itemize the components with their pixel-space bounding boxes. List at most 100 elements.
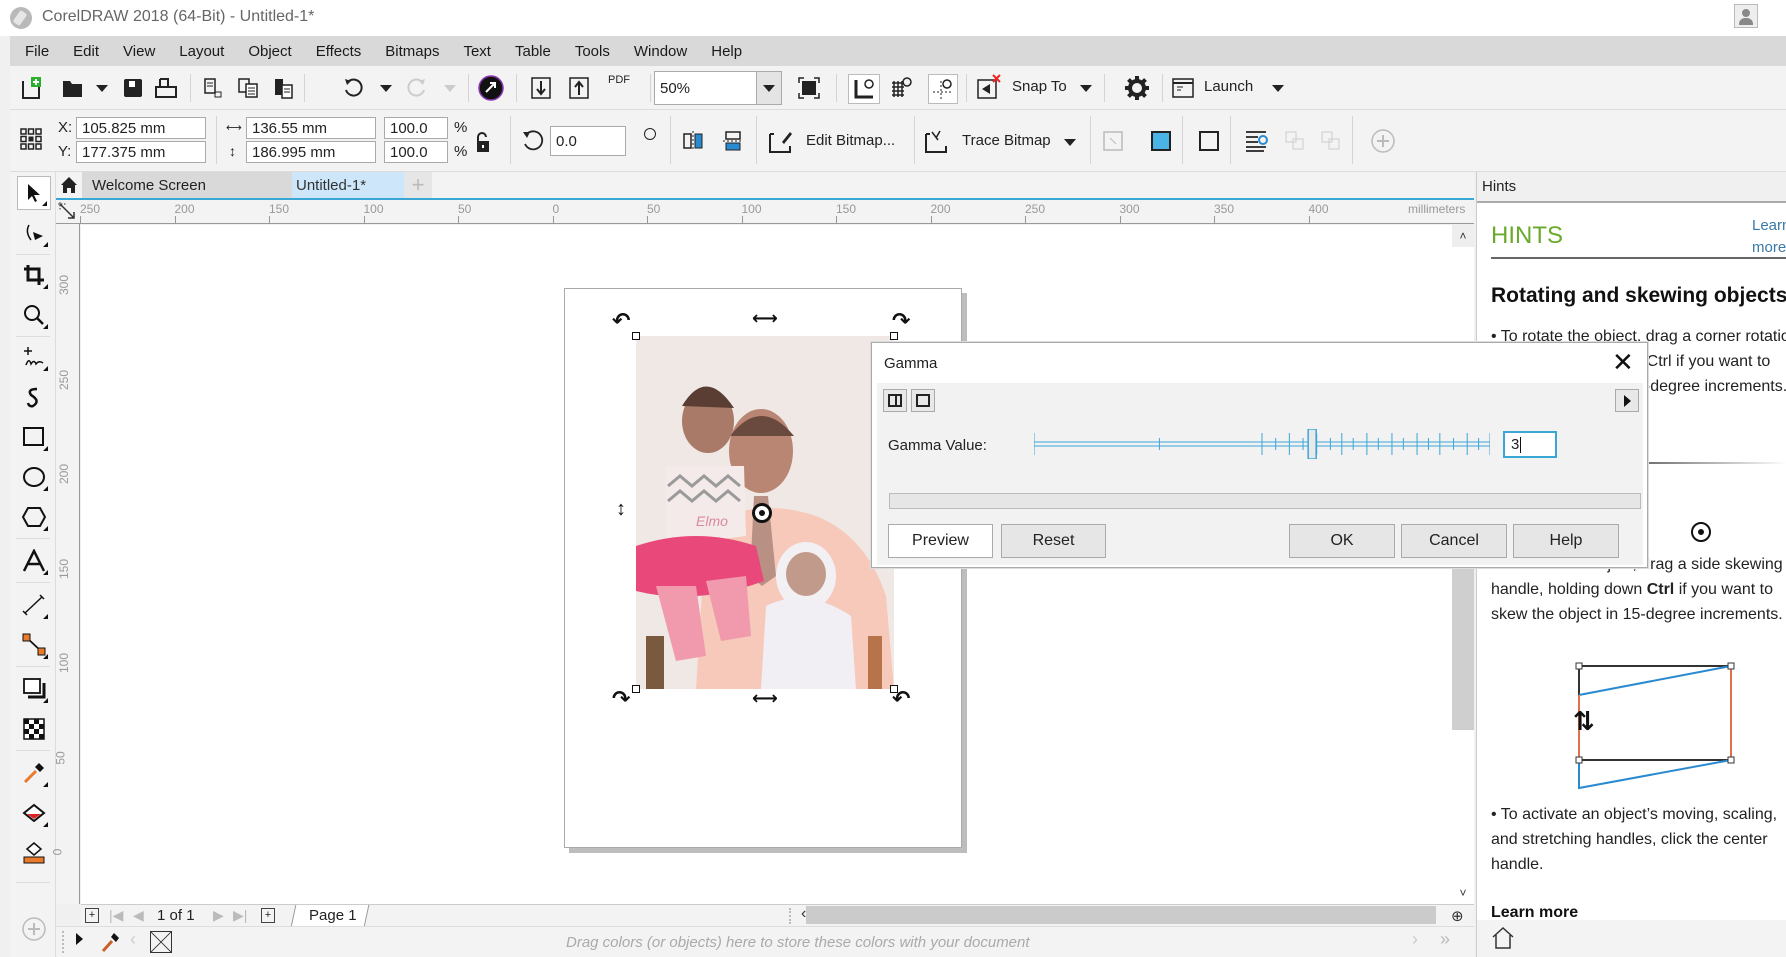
cut-icon[interactable]: [200, 75, 226, 101]
vertical-ruler[interactable]: 300 250 200 150 100 50 0: [50, 224, 80, 904]
zoom-tool[interactable]: [17, 298, 51, 332]
gamma-slider-thumb[interactable]: [1307, 429, 1317, 459]
connector-tool[interactable]: [17, 628, 51, 662]
snap-to-label[interactable]: Snap To: [1012, 78, 1067, 95]
edit-bitmap-icon[interactable]: [768, 128, 794, 154]
menu-file[interactable]: File: [25, 43, 49, 60]
rotate-handle-top-right-icon[interactable]: ↷: [892, 308, 910, 334]
skew-handle-left-icon[interactable]: ↕: [616, 498, 626, 521]
smart-fill-tool[interactable]: [17, 836, 51, 870]
print-icon[interactable]: [153, 75, 179, 101]
full-screen-preview-icon[interactable]: [796, 75, 822, 101]
export-icon[interactable]: [566, 75, 592, 101]
launch-label[interactable]: Launch: [1204, 78, 1253, 95]
redo-dropdown-caret[interactable]: [444, 85, 456, 92]
open-dropdown-caret[interactable]: [96, 85, 108, 92]
trace-bitmap-dropdown-caret[interactable]: [1064, 139, 1076, 146]
shape-tool[interactable]: [17, 216, 51, 250]
artistic-media-tool[interactable]: [17, 380, 51, 414]
previous-page-icon[interactable]: ◀: [133, 907, 144, 924]
first-page-icon[interactable]: |◀: [109, 907, 123, 924]
menu-view[interactable]: View: [123, 43, 155, 60]
add-page-after-icon[interactable]: +: [261, 908, 275, 923]
gamma-slider[interactable]: [1034, 429, 1490, 459]
wrap-text-icon[interactable]: [1244, 128, 1270, 154]
height-input[interactable]: 186.995 mm: [246, 141, 376, 163]
mirror-vertical-icon[interactable]: [720, 128, 746, 154]
menu-window[interactable]: Window: [634, 43, 687, 60]
show-guidelines-icon[interactable]: [928, 74, 958, 104]
single-preview-icon[interactable]: [911, 389, 935, 412]
scale-x-input[interactable]: 100.0: [384, 117, 448, 139]
next-page-icon[interactable]: ▶: [213, 907, 224, 924]
show-grid-icon[interactable]: [888, 75, 914, 101]
palette-expand-icon[interactable]: [76, 933, 83, 945]
splitter-grip[interactable]: [789, 908, 797, 924]
mirror-horizontal-icon[interactable]: [680, 128, 706, 154]
ruler-origin-icon[interactable]: [56, 200, 80, 224]
x-position-input[interactable]: 105.825 mm: [76, 117, 206, 139]
dimension-tool[interactable]: [17, 588, 51, 622]
skew-handle-top-icon[interactable]: ⟷: [752, 308, 778, 329]
hints-home-icon[interactable]: [1491, 926, 1515, 955]
trace-bitmap-icon[interactable]: [924, 128, 950, 154]
drop-shadow-tool[interactable]: [17, 672, 51, 706]
close-icon[interactable]: ✕: [1612, 347, 1634, 378]
save-icon[interactable]: [120, 75, 146, 101]
options-gear-icon[interactable]: [1124, 75, 1150, 101]
ok-button[interactable]: OK: [1289, 524, 1395, 558]
menu-layout[interactable]: Layout: [179, 43, 224, 60]
cancel-button[interactable]: Cancel: [1401, 524, 1507, 558]
menu-edit[interactable]: Edit: [73, 43, 99, 60]
trace-bitmap-button[interactable]: Trace Bitmap: [962, 132, 1051, 149]
rotate-handle-bottom-right-icon[interactable]: ↶: [892, 686, 910, 712]
transparency-tool[interactable]: [17, 712, 51, 746]
redo-icon[interactable]: [404, 75, 430, 101]
snap-to-dropdown-caret[interactable]: [1080, 85, 1092, 92]
interactive-fill-tool[interactable]: [17, 796, 51, 830]
menu-bitmaps[interactable]: Bitmaps: [385, 43, 439, 60]
learn-more-link-top[interactable]: Learn more: [1752, 215, 1786, 259]
palette-scroll-right-icon[interactable]: ›: [1412, 929, 1418, 950]
snap-off-icon[interactable]: [976, 74, 1002, 100]
copy-icon[interactable]: [235, 75, 261, 101]
new-document-icon[interactable]: [18, 75, 44, 101]
launch-dropdown-caret[interactable]: [1272, 85, 1284, 92]
undo-dropdown-caret[interactable]: [380, 85, 392, 92]
to-back-icon[interactable]: [1318, 128, 1344, 154]
zoom-level-dropdown[interactable]: [756, 71, 782, 105]
import-icon[interactable]: [528, 75, 554, 101]
color-eyedropper-tool[interactable]: [17, 756, 51, 790]
palette-scroll-end-icon[interactable]: »: [1440, 929, 1450, 950]
help-button[interactable]: Help: [1513, 524, 1619, 558]
last-page-icon[interactable]: ▶|: [233, 907, 247, 924]
preview-button[interactable]: Preview: [888, 524, 993, 558]
tab-welcome-screen[interactable]: Welcome Screen: [82, 172, 292, 198]
zoom-level-input[interactable]: 50%: [654, 71, 756, 105]
menu-tools[interactable]: Tools: [575, 43, 610, 60]
rotate-handle-bottom-left-icon[interactable]: ↷: [612, 686, 630, 712]
palette-scroll-left-icon[interactable]: ‹: [130, 929, 136, 950]
home-tab-icon[interactable]: [56, 172, 82, 198]
add-page-before-icon[interactable]: +: [85, 908, 99, 923]
account-icon[interactable]: [1734, 4, 1758, 28]
horizontal-scrollbar-thumb[interactable]: [806, 906, 1436, 924]
selection-handle-bottom-left[interactable]: [632, 685, 640, 693]
horizontal-ruler[interactable]: 250 200 150 100 50 0 50 100 150 200 250 300 350 400 mi…: [56, 200, 1474, 224]
menu-effects[interactable]: Effects: [316, 43, 362, 60]
crop-bitmap-icon[interactable]: [1196, 128, 1222, 154]
undo-icon[interactable]: [340, 75, 366, 101]
selection-handle-top-left[interactable]: [632, 332, 640, 340]
menu-help[interactable]: Help: [711, 43, 742, 60]
reset-button[interactable]: Reset: [1001, 524, 1106, 558]
add-toolbar-item-icon[interactable]: [1370, 128, 1396, 154]
rectangle-tool[interactable]: [17, 420, 51, 454]
scroll-down-icon[interactable]: ˅: [1452, 882, 1474, 904]
rotation-angle-input[interactable]: 0.0: [550, 126, 626, 156]
lock-ratio-icon[interactable]: [470, 130, 496, 156]
open-folder-icon[interactable]: [60, 75, 86, 101]
rotate-handle-top-left-icon[interactable]: ↶: [612, 308, 630, 334]
menu-table[interactable]: Table: [515, 43, 551, 60]
split-preview-icon[interactable]: [883, 389, 907, 412]
search-content-icon[interactable]: [478, 75, 504, 101]
